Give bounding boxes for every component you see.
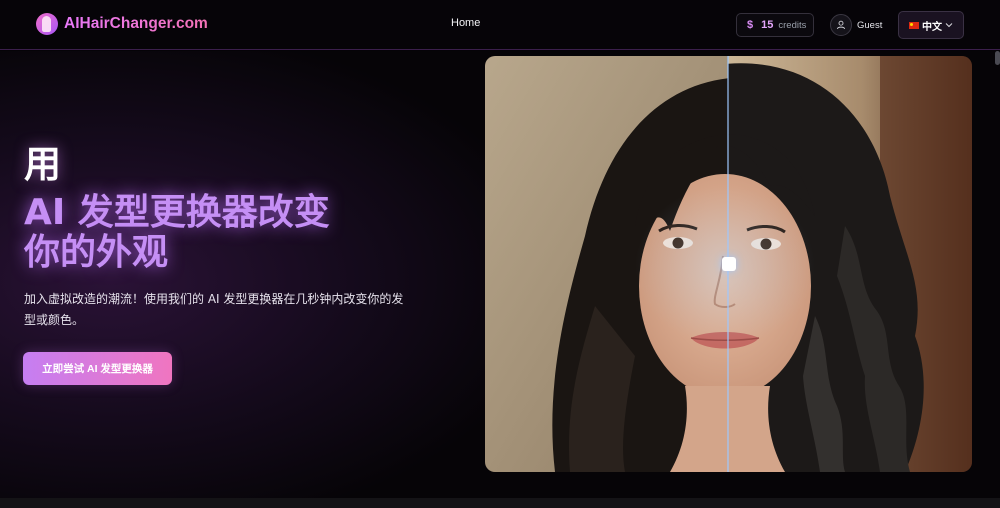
logo-hair-icon [36, 13, 58, 35]
hero-title-line3: 你的外观 [24, 232, 169, 273]
slider-handle-icon[interactable] [722, 257, 736, 271]
chevron-down-icon [945, 23, 953, 28]
hero-title-line1: 用 [24, 143, 61, 186]
scrollbar-thumb[interactable] [995, 51, 1000, 65]
credits-count: 15 [761, 19, 774, 31]
hero-title-line2: AI 发型更换器改变 [24, 192, 330, 233]
user-icon [830, 14, 852, 36]
china-flag-icon [909, 21, 919, 29]
before-after-comparison[interactable] [485, 56, 972, 472]
credits-label: credits [778, 19, 807, 31]
user-name: Guest [857, 19, 883, 31]
nav-home-link[interactable]: Home [451, 17, 480, 29]
language-label: 中文 [922, 21, 942, 33]
page-bottom-strip [0, 498, 1000, 508]
try-hair-changer-button[interactable]: 立即尝试 AI 发型更换器 [23, 352, 172, 385]
site-logo[interactable]: AIHairChanger.com [36, 13, 208, 35]
top-navbar: AIHairChanger.com Home $ 15 credits Gues… [0, 0, 1000, 50]
dollar-icon: $ [747, 19, 754, 31]
user-menu[interactable]: Guest [830, 14, 882, 36]
language-selector[interactable]: 中文 [898, 11, 964, 39]
logo-text: AIHairChanger.com [64, 15, 208, 32]
credits-badge[interactable]: $ 15 credits [736, 13, 814, 37]
hero-subtitle: 加入虚拟改造的潮流！使用我们的 AI 发型更换器在几秒钟内改变你的发型或颜色。 [24, 292, 404, 327]
